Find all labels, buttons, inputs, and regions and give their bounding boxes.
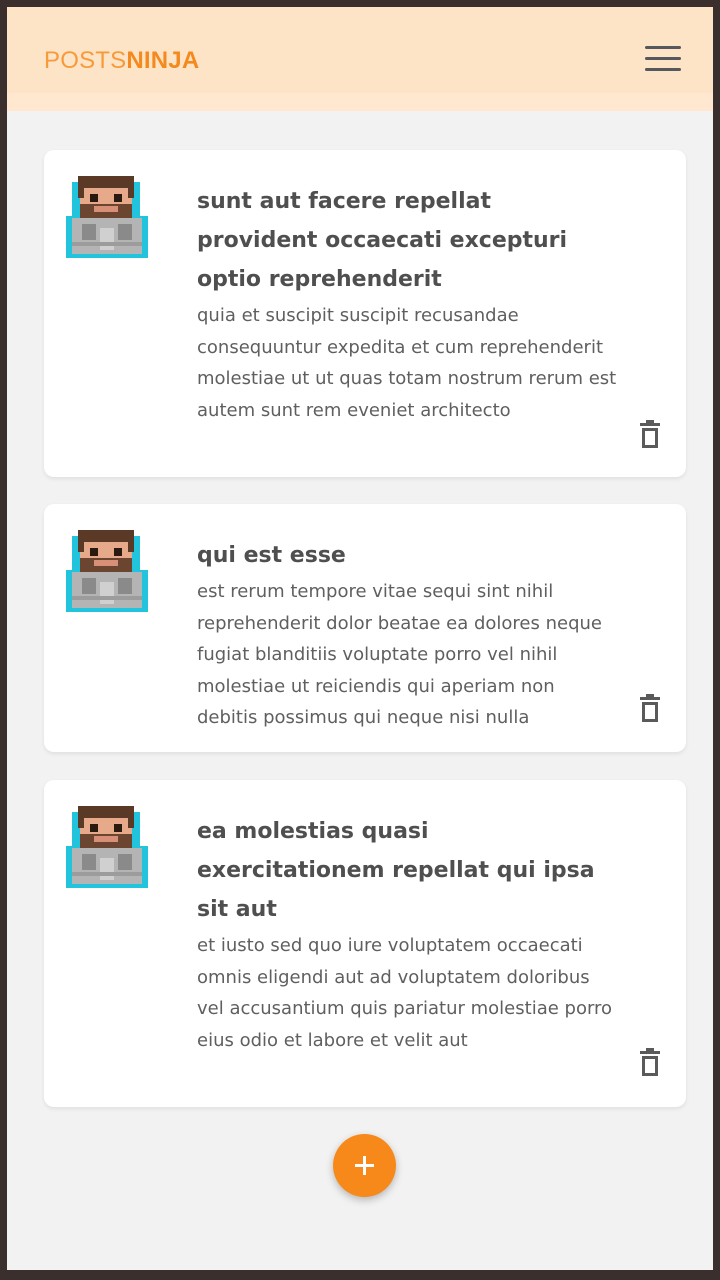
brand-logo[interactable]: POSTSNINJA	[44, 47, 199, 75]
trash-icon[interactable]	[638, 1048, 662, 1078]
post-title: ea molestias quasi exercitationem repell…	[197, 819, 595, 922]
pixel-avatar-icon	[66, 806, 148, 888]
post-card: qui est esse est rerum tempore vitae seq…	[44, 504, 686, 752]
post-card: sunt aut facere repellat provident occae…	[44, 150, 686, 477]
trash-icon[interactable]	[638, 420, 662, 450]
pixel-avatar-icon	[66, 176, 148, 258]
hamburger-menu-icon[interactable]	[643, 45, 683, 73]
trash-icon[interactable]	[638, 694, 662, 724]
post-body: quia et suscipit suscipit recusandae con…	[197, 305, 617, 421]
header-divider	[7, 93, 713, 111]
app-frame: POSTSNINJA sunt aut facere repellat prov…	[7, 7, 713, 1270]
brand-part-ninja: NINJA	[126, 47, 200, 74]
plus-icon	[355, 1156, 374, 1175]
post-title: qui est esse	[197, 543, 346, 568]
post-body: est rerum tempore vitae sequi sint nihil…	[197, 581, 602, 729]
brand-part-posts: POSTS	[44, 47, 127, 74]
add-post-button[interactable]	[333, 1134, 396, 1197]
post-body: et iusto sed quo iure voluptatem occaeca…	[197, 935, 613, 1051]
app-header: POSTSNINJA	[7, 7, 713, 111]
pixel-avatar-icon	[66, 530, 148, 612]
post-card: ea molestias quasi exercitationem repell…	[44, 780, 686, 1107]
post-title: sunt aut facere repellat provident occae…	[197, 189, 568, 292]
